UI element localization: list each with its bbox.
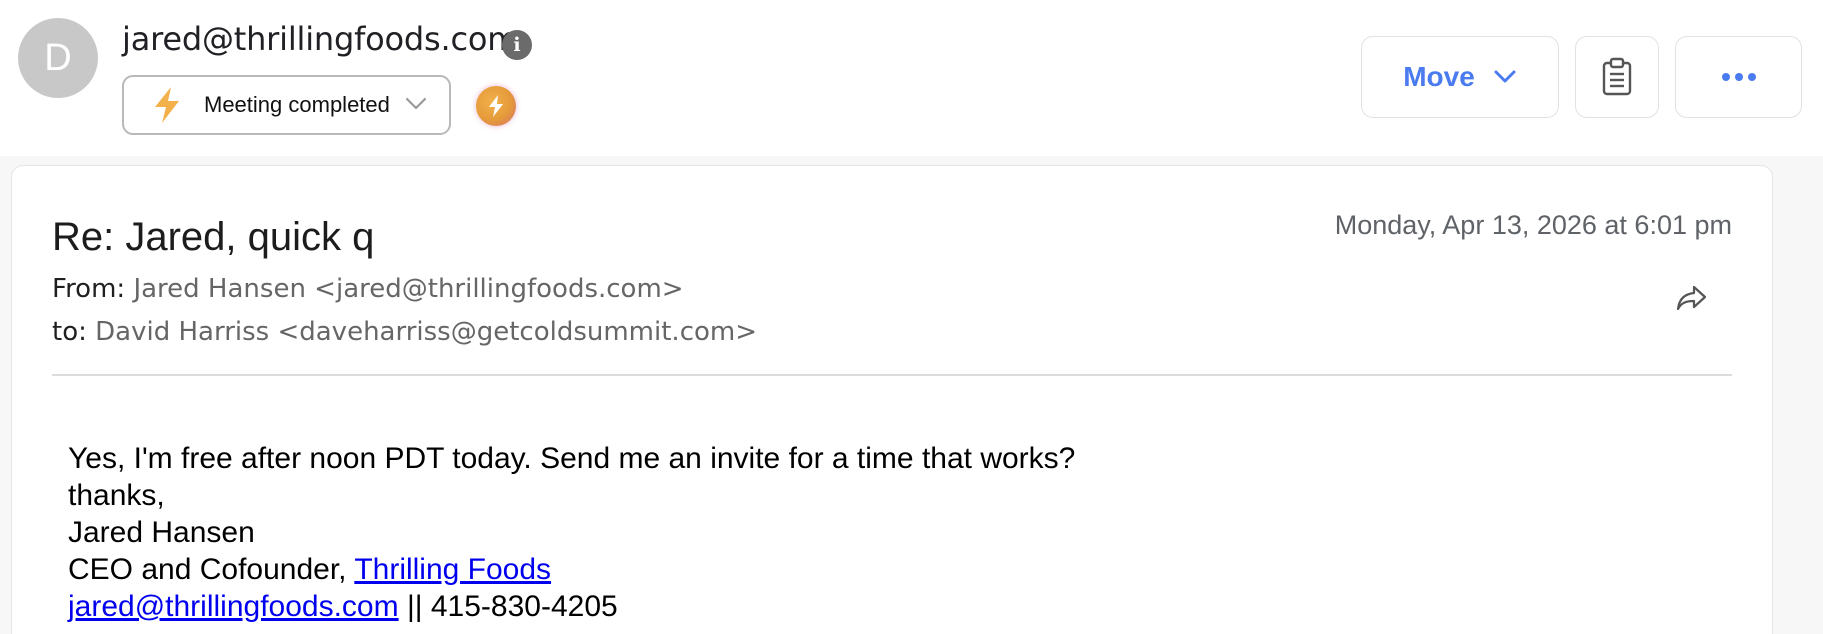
notes-button[interactable] [1575,36,1659,118]
signature-title: CEO and Cofounder, Thrilling Foods [68,551,1075,588]
meeting-status-label: Meeting completed [204,92,390,117]
message-datetime: Monday, Apr 13, 2026 at 6:01 pm [1334,210,1732,240]
from-line: From: Jared Hansen <jared@thrillingfoods… [52,274,684,304]
to-line: to: David Harriss <daveharriss@getcoldsu… [52,317,757,347]
message-subject: Re: Jared, quick q [52,215,375,259]
signature-contact: jared@thrillingfoods.com || 415-830-4205 [68,588,1075,625]
info-icon[interactable]: i [502,30,532,60]
more-horizontal-icon [1721,73,1756,81]
move-button[interactable]: Move [1361,36,1559,118]
from-label: From: [52,274,126,304]
company-link[interactable]: Thrilling Foods [354,553,551,586]
body-line: thanks, [68,479,165,512]
signature-name: Jared Hansen [68,516,255,549]
more-options-button[interactable] [1675,36,1802,118]
to-value[interactable]: David Harriss <daveharriss@getcoldsummit… [95,317,757,347]
sender-email: jared@thrillingfoods.com [122,20,519,58]
lightning-bolt-icon [155,87,179,123]
lightning-bolt-badge-icon[interactable] [476,86,516,126]
header-divider [52,374,1732,376]
move-button-label: Move [1403,61,1475,92]
from-value[interactable]: Jared Hansen <jared@thrillingfoods.com> [133,274,683,304]
chevron-down-icon [1494,70,1516,83]
body-line: Yes, I'm free after noon PDT today. Send… [68,442,1076,475]
forward-icon[interactable] [1675,283,1709,313]
signature-phone: || 415-830-4205 [398,590,618,623]
chevron-down-icon [405,97,427,110]
to-label: to: [52,317,87,347]
clipboard-icon [1602,57,1632,96]
sender-avatar: D [18,18,98,98]
lightning-bolt-glyph [489,95,503,117]
message-body: Yes, I'm free after noon PDT today. Send… [68,440,1075,625]
meeting-status-dropdown[interactable]: Meeting completed [122,75,451,135]
signature-email-link[interactable]: jared@thrillingfoods.com [68,590,399,623]
message-header: D jared@thrillingfoods.com i Meeting com… [0,0,1823,156]
signature-title-text: CEO and Cofounder, [68,553,355,586]
